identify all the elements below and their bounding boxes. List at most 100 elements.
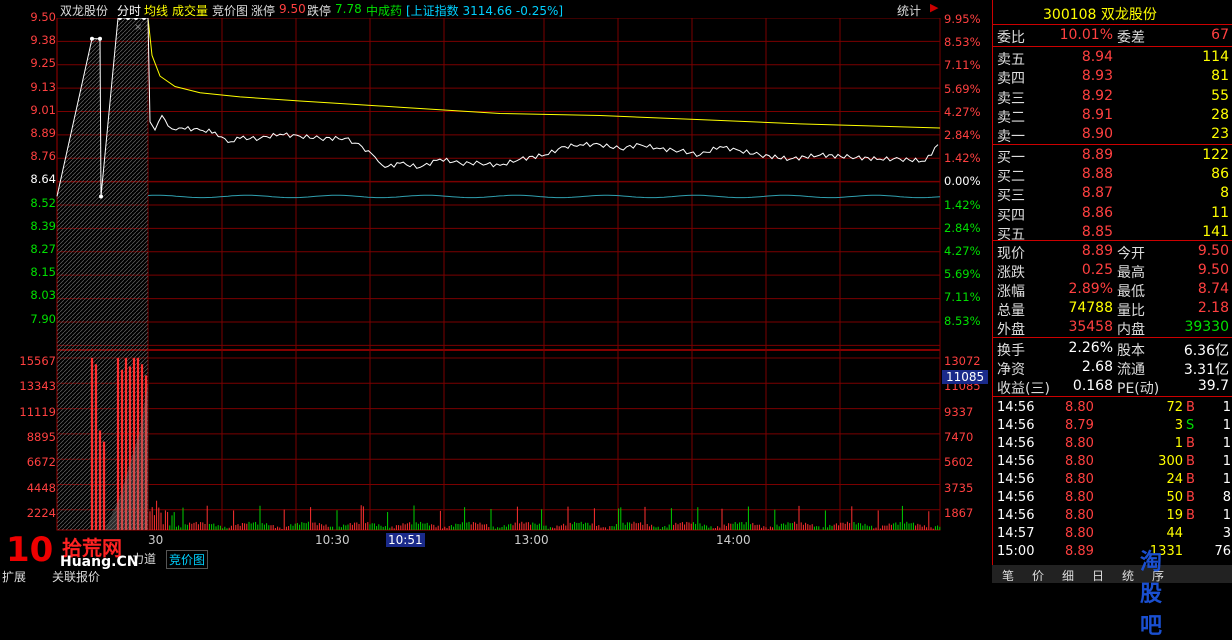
volume-tick-label: 2224 xyxy=(26,505,56,520)
stat-button[interactable]: 统计 xyxy=(897,2,921,19)
panel-tab[interactable]: 日 xyxy=(1092,567,1104,584)
sidebar-arrow-icon[interactable]: ▶ xyxy=(930,1,938,14)
price-tick-label: 8.89 xyxy=(30,126,56,140)
stock-title: 双龙股份 xyxy=(1100,7,1157,23)
limit-up-value: 9.50 xyxy=(279,2,306,16)
price-line xyxy=(56,18,939,197)
volume-tick-label: 13343 xyxy=(19,379,56,394)
tab-extend[interactable]: 扩展 xyxy=(2,568,26,585)
pct-tick-label: 1.42% xyxy=(944,197,981,212)
bid-row: 买五 8.85 141 xyxy=(997,223,1229,243)
tick-row[interactable]: 14:56 8.80 50 B 8 xyxy=(993,489,1232,507)
pct-tick-label: 8.53% xyxy=(944,35,981,50)
close-icon: × xyxy=(134,22,142,33)
panel-tabs: 笔价细日统序 xyxy=(992,565,1232,583)
price-tick-label: 8.52 xyxy=(30,195,56,210)
pct-tick-label: 0.00% xyxy=(944,174,981,189)
pct-tick-label: 4.27% xyxy=(944,244,981,258)
tick-row[interactable]: 14:56 8.79 3 S 1 xyxy=(993,417,1232,435)
price-tick-label: 8.64 xyxy=(30,172,56,187)
panel-tab[interactable]: 统 xyxy=(1122,567,1134,584)
pct-tick-label: 2.84% xyxy=(944,220,981,235)
tick-row[interactable]: 14:57 8.80 44 3 xyxy=(993,525,1232,543)
watermark-brand: 淘股吧 xyxy=(1140,550,1163,639)
pct-tick-label: 5.69% xyxy=(944,81,981,96)
volume-tick-label: 11119 xyxy=(19,404,56,419)
fund-row: 收益(三) 0.168 PE(动) 39.7 xyxy=(997,378,1229,397)
pct-tick-label: 7.11% xyxy=(944,290,981,305)
intraday-chart[interactable]: × xyxy=(0,18,990,548)
price-tick-label: 9.25 xyxy=(30,56,56,71)
avg-line-toggle[interactable]: 均线 xyxy=(144,2,168,19)
stock-code: 300108 xyxy=(1043,7,1097,23)
volume-tick-label: 6672 xyxy=(26,455,56,470)
price-tick-label: 9.38 xyxy=(30,33,56,48)
tick-row[interactable]: 14:56 8.80 72 B 1 xyxy=(993,399,1232,417)
tick-row[interactable]: 14:56 8.80 300 B 1 xyxy=(993,453,1232,471)
quote-panel: 300108 双龙股份 委比 10.01% 委差 67 卖五 8.94 114 卖四 8… xyxy=(992,0,1232,583)
limit-up-label: 涨停 xyxy=(251,4,276,18)
limit-down-label: 跌停 xyxy=(307,4,332,18)
ask-row: 卖三 8.92 55 xyxy=(997,87,1229,107)
sector-indicator[interactable]: 中成药 xyxy=(366,2,402,19)
watermark-url: Huang.CN xyxy=(60,554,139,570)
auction-point xyxy=(99,194,103,199)
price-tick-label: 8.27 xyxy=(30,242,56,256)
pct-tick-label: 1.42% xyxy=(944,151,981,166)
quote-row: 涨跌 0.25 最高 9.50 xyxy=(997,262,1229,281)
tick-row[interactable]: 14:56 8.80 24 B 1 xyxy=(993,471,1232,489)
quote-row: 总量 74788 量比 2.18 xyxy=(997,300,1229,319)
quote-row: 涨幅 2.89% 最低 8.74 xyxy=(997,281,1229,300)
price-tick-label: 7.90 xyxy=(30,311,56,326)
time-tick-label: 13:00 xyxy=(514,533,549,547)
price-tick-label: 8.76 xyxy=(30,149,56,164)
time-tick-label: 14:00 xyxy=(716,533,751,547)
ask-row: 卖一 8.90 23 xyxy=(997,126,1229,146)
panel-tab[interactable]: 价 xyxy=(1032,567,1044,584)
ask-row: 卖五 8.94 114 xyxy=(997,49,1229,68)
bottom-tabs: 扩展 关联报价 力道 竞价图 10 拾荒网 Huang.CN 淘股吧 xyxy=(0,530,1162,639)
tick-row[interactable]: 14:56 8.80 19 B 1 xyxy=(993,507,1232,525)
volume-right-label: 5602 xyxy=(944,455,974,470)
volume-right-label: 7470 xyxy=(944,429,974,444)
panel-title: 300108 双龙股份 xyxy=(1043,4,1157,24)
pct-tick-label: 8.53% xyxy=(944,313,981,328)
mode-tab[interactable]: 分时 xyxy=(117,2,141,19)
volume-tick-label: 4448 xyxy=(26,480,56,495)
auction-chart-toggle[interactable]: 竞价图 xyxy=(212,2,248,19)
price-tick-label: 9.01 xyxy=(30,102,56,117)
price-tick-label: 8.03 xyxy=(30,288,56,303)
pct-tick-label: 4.27% xyxy=(944,104,981,119)
quote-row: 外盘 35458 内盘 39330 xyxy=(997,319,1229,338)
auction-point xyxy=(90,36,94,41)
bid-row: 买一 8.89 122 xyxy=(997,147,1229,166)
panel-tab[interactable]: 细 xyxy=(1062,567,1074,584)
pct-tick-label: 2.84% xyxy=(944,128,981,142)
volume-tick-label: 8895 xyxy=(26,429,56,444)
index-info[interactable]: [上证指数 3114.66 -0.25%] xyxy=(406,2,563,19)
volume-right-label: 3735 xyxy=(944,480,974,495)
tab-related-quote[interactable]: 关联报价 xyxy=(52,568,100,585)
quote-row: 现价 8.89 今开 9.50 xyxy=(997,243,1229,262)
auction-point xyxy=(98,36,102,41)
volume-tick-label: 15567 xyxy=(19,354,56,368)
tick-row[interactable]: 15:00 8.89 1331 76 xyxy=(993,543,1232,561)
time-tick-label: 10:51 xyxy=(386,533,425,547)
fund-row: 净资 2.68 流通 3.31亿 xyxy=(997,359,1229,378)
ask-row: 卖四 8.93 81 xyxy=(997,68,1229,88)
tick-row[interactable]: 14:56 8.80 1 B 1 xyxy=(993,435,1232,453)
chart-frame xyxy=(56,18,941,531)
price-tick-label: 8.15 xyxy=(30,265,56,280)
volume-crosshair-value: 11085 xyxy=(942,370,989,384)
time-tick-label: 30 xyxy=(148,533,164,547)
price-tick-label: 9.13 xyxy=(30,79,56,94)
pct-tick-label: 5.69% xyxy=(944,267,981,282)
tab-auction-chart[interactable]: 竞价图 xyxy=(166,550,209,569)
panel-tab[interactable]: 笔 xyxy=(1002,567,1014,584)
time-tick-label: 10:30 xyxy=(315,533,350,547)
volume-toggle[interactable]: 成交量 xyxy=(172,2,208,19)
volume-right-label: 13072 xyxy=(944,354,981,368)
bid-row: 买四 8.86 11 xyxy=(997,204,1229,224)
stock-name: 双龙股份 xyxy=(60,4,109,18)
price-tick-label: 9.50 xyxy=(30,10,56,24)
